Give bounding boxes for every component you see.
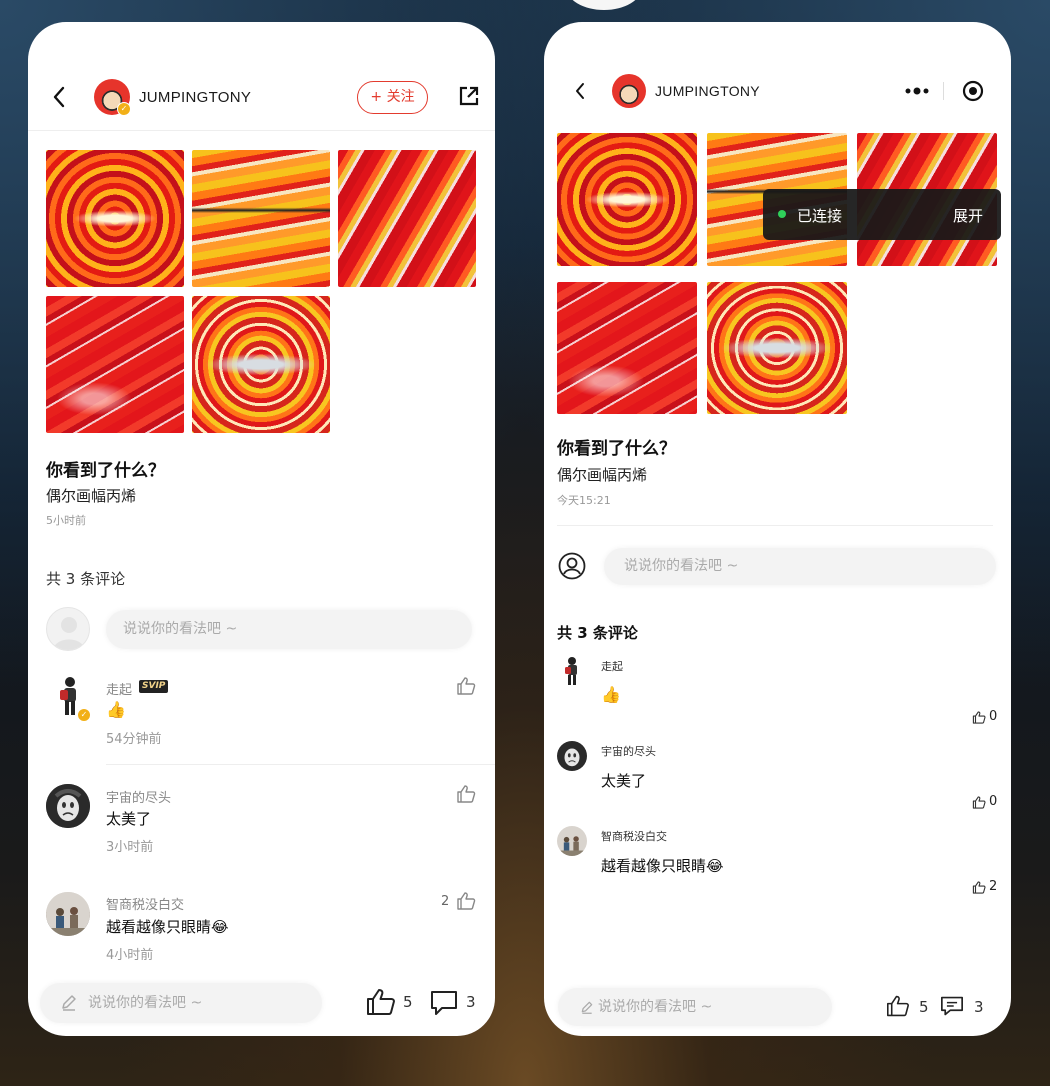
comment-bubble-icon[interactable]	[940, 995, 964, 1017]
connection-status: 已连接	[797, 207, 843, 225]
post-image[interactable]	[46, 296, 184, 433]
post-image[interactable]	[46, 150, 184, 287]
post-title: 你看到了什么？	[557, 439, 676, 459]
comment-text: 越看越像只眼睛😂	[106, 918, 229, 936]
pen-icon	[580, 1000, 594, 1014]
comment-author[interactable]: 智商税没白交	[106, 894, 184, 913]
comment-avatar[interactable]	[557, 741, 587, 771]
footer-comment-input[interactable]: 说说你的看法吧 ~	[40, 983, 322, 1023]
comment-count: 3	[974, 998, 984, 1016]
left-screen: ✓ JUMPINGTONY + 关注 你看到了什么？ 偶尔画幅丙烯 5小时前 共…	[28, 22, 495, 1036]
user-outline-icon	[558, 552, 586, 580]
comment-author[interactable]: 走起	[106, 679, 132, 698]
like-count: 5	[403, 993, 413, 1011]
connection-toast: 已连接 展开	[763, 189, 1001, 240]
thumb-up-icon[interactable]	[886, 995, 910, 1017]
right-screen: JUMPINGTONY 已连接 展开 你看到了什么？ 偶尔画幅丙烯 今天15:2…	[544, 22, 1011, 1036]
back-icon[interactable]	[52, 86, 66, 108]
post-title: 你看到了什么？	[46, 461, 165, 481]
post-body: 偶尔画幅丙烯	[557, 466, 648, 484]
thumb-up-icon[interactable]	[972, 881, 986, 894]
like-count: 5	[919, 998, 929, 1016]
post-image[interactable]	[338, 150, 476, 287]
follow-button[interactable]: + 关注	[357, 81, 428, 114]
footer-placeholder: 说说你的看法吧 ~	[88, 995, 203, 1011]
comment-input[interactable]: 说说你的看法吧 ~	[106, 610, 472, 649]
pen-icon	[60, 993, 78, 1011]
post-body: 偶尔画幅丙烯	[46, 487, 137, 505]
my-avatar	[46, 607, 90, 651]
comment-text: 👍	[601, 685, 621, 704]
more-dots-icon[interactable]	[904, 82, 930, 100]
comment-like-count: 2	[989, 879, 998, 894]
top-decoration	[566, 0, 642, 10]
comment-author[interactable]: 宇宙的尽头	[601, 743, 656, 759]
comment-text: 👍	[106, 700, 126, 719]
comment-avatar[interactable]	[46, 784, 90, 828]
comment-time: 3小时前	[106, 840, 154, 855]
comment-avatar[interactable]	[557, 826, 587, 856]
post-time: 5小时前	[46, 514, 86, 527]
post-time: 今天15:21	[557, 494, 611, 507]
comment-avatar[interactable]	[46, 892, 90, 936]
author-avatar[interactable]	[612, 74, 646, 108]
verified-badge-icon: ✓	[77, 708, 91, 722]
author-name[interactable]: JUMPINGTONY	[655, 83, 760, 99]
comment-author[interactable]: 走起	[601, 658, 623, 674]
comment-author[interactable]: 宇宙的尽头	[106, 787, 171, 806]
post-image[interactable]	[192, 150, 330, 287]
mini-program-close-icon[interactable]	[962, 80, 984, 102]
post-image[interactable]	[707, 282, 847, 414]
share-external-icon[interactable]	[458, 85, 480, 107]
thumb-up-icon[interactable]	[366, 988, 396, 1016]
post-image[interactable]	[557, 282, 697, 414]
comment-time: 54分钟前	[106, 732, 162, 747]
comment-text: 越看越像只眼睛😂	[601, 857, 724, 875]
comment-text: 太美了	[601, 772, 647, 790]
back-icon[interactable]	[574, 82, 586, 100]
footer-placeholder: 说说你的看法吧 ~	[598, 999, 713, 1015]
thumb-up-icon[interactable]	[972, 796, 986, 809]
verified-badge-icon: ✓	[117, 102, 131, 116]
comments-count-header: 共 3 条评论	[557, 624, 638, 642]
comment-text: 太美了	[106, 810, 152, 828]
expand-button[interactable]: 展开	[953, 205, 983, 226]
comments-count-header: 共 3 条评论	[46, 570, 126, 588]
author-name[interactable]: JUMPINGTONY	[139, 89, 251, 106]
thumb-up-icon[interactable]	[456, 785, 476, 803]
footer-comment-input[interactable]: 说说你的看法吧 ~	[558, 988, 832, 1026]
thumb-up-icon[interactable]	[456, 892, 476, 910]
svip-badge: SVIP	[139, 680, 169, 693]
comment-like-count: 0	[989, 709, 998, 724]
capsule-divider	[943, 82, 944, 100]
comment-count: 3	[466, 993, 476, 1011]
comment-time: 4小时前	[106, 948, 154, 963]
comment-avatar[interactable]	[558, 655, 586, 687]
comment-like-count: 0	[989, 794, 998, 809]
comment-input[interactable]: 说说你的看法吧 ~	[604, 548, 996, 585]
comment-bubble-icon[interactable]	[430, 989, 458, 1017]
post-divider	[557, 525, 993, 526]
post-image[interactable]	[192, 296, 330, 433]
post-image[interactable]	[557, 133, 697, 266]
comment-author[interactable]: 智商税没白交	[601, 828, 667, 844]
header-divider	[28, 130, 495, 131]
thumb-up-icon[interactable]	[972, 711, 986, 724]
comment-divider	[106, 764, 495, 765]
thumb-up-icon[interactable]	[456, 677, 476, 695]
connected-dot-icon	[778, 210, 786, 218]
comment-like-count: 2	[441, 894, 450, 909]
